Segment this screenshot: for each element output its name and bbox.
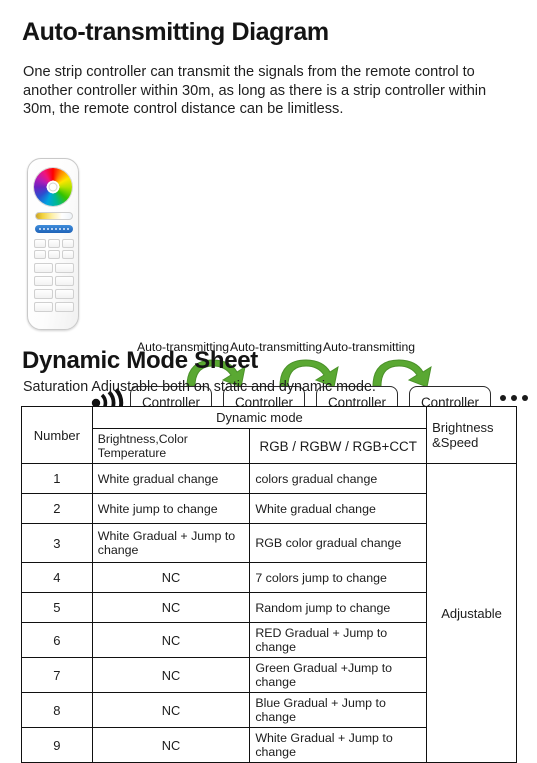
header-number: Number [21,406,93,464]
intro-paragraph: One strip controller can transmit the si… [23,64,487,118]
cell-bct: NC [91,562,251,593]
cell-bct: White gradual change [91,463,251,494]
cell-rgb: colors gradual change [249,463,428,494]
cell-rgb: RGB color gradual change [249,523,428,563]
color-wheel-hub [48,182,58,192]
dynamic-mode-table: Number Dynamic mode Brightness &Speed Br… [21,406,517,763]
cell-bct: NC [91,622,251,658]
dynamic-mode-subtitle: Saturation Adjustable both on static and… [23,379,376,395]
cell-number: 6 [21,622,93,658]
header-rgb-variants: RGB / RGBW / RGB+CCT [249,428,428,464]
cell-bct: NC [91,727,251,763]
cell-rgb: Blue Gradual + Jump to change [249,692,428,728]
cell-number: 1 [21,463,93,494]
auto-transmitting-label-3: Auto-transmitting [322,340,416,354]
cell-brightness-speed-value: Adjustable [426,463,517,763]
color-wheel-icon [34,168,72,206]
cell-number: 3 [21,523,93,563]
page-title-auto-transmitting: Auto-transmitting Diagram [22,18,329,46]
auto-transmitting-diagram: Auto-transmitting Auto-transmitting Auto… [0,150,537,418]
cell-rgb: Green Gradual +Jump to change [249,657,428,693]
cell-number: 4 [21,562,93,593]
continuation-ellipsis [500,395,528,401]
cell-rgb: White gradual change [249,493,428,524]
rf-remote-control [27,158,79,330]
cell-bct: White Gradual + Jump to change [91,523,251,563]
page-title-dynamic-mode-sheet: Dynamic Mode Sheet [22,347,258,374]
cell-number: 2 [21,493,93,524]
cell-bct: NC [91,657,251,693]
cell-number: 8 [21,692,93,728]
color-temperature-slider [35,212,73,220]
brightness-indicator-bar [35,225,73,233]
cell-rgb: 7 colors jump to change [249,562,428,593]
curved-arrow-right-icon-3 [372,359,432,388]
table-row: 1 White gradual change colors gradual ch… [21,463,517,763]
header-brightness-speed: Brightness &Speed [426,406,517,464]
remote-function-keys [34,239,74,259]
header-dynamic-mode: Dynamic mode [91,406,428,429]
remote-zone-keys [34,263,74,312]
cell-number: 7 [21,657,93,693]
cell-rgb: Random jump to change [249,592,428,623]
cell-number: 5 [21,592,93,623]
cell-number: 9 [21,727,93,763]
cell-bct: NC [91,592,251,623]
cell-bct: White jump to change [91,493,251,524]
cell-rgb: White Gradual + Jump to change [249,727,428,763]
header-brightness-color-temperature: Brightness,Color Temperature [91,428,251,464]
cell-bct: NC [91,692,251,728]
table-header-row-top: Number Dynamic mode Brightness &Speed [21,406,517,464]
cell-rgb: RED Gradual + Jump to change [249,622,428,658]
